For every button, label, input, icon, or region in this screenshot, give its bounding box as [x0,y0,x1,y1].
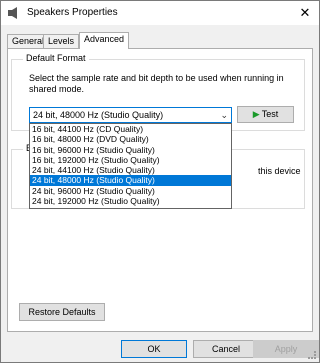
dropdown-option[interactable]: 16 bit, 192000 Hz (Studio Quality) [30,155,231,165]
dropdown-option[interactable]: 24 bit, 44100 Hz (Studio Quality) [30,165,231,175]
ok-button[interactable]: OK [121,340,187,358]
tab-advanced[interactable]: Advanced [79,32,130,49]
test-button[interactable]: ▶ Test [237,106,294,123]
default-format-description: Select the sample rate and bit depth to … [29,73,284,94]
exclusive-mode-device-text: this device [258,166,301,176]
test-button-label: Test [261,109,279,119]
sample-rate-dropdown-list: 16 bit, 44100 Hz (CD Quality) 16 bit, 48… [29,123,232,209]
restore-defaults-button[interactable]: Restore Defaults [19,303,105,321]
title-bar[interactable]: Speakers Properties ✕ [1,1,319,25]
play-icon: ▶ [252,109,260,119]
dropdown-option[interactable]: 24 bit, 192000 Hz (Studio Quality) [30,196,231,206]
chevron-down-icon: ⌄ [220,110,228,120]
dropdown-option-selected[interactable]: 24 bit, 48000 Hz (Studio Quality) [30,175,231,186]
dropdown-option[interactable]: 24 bit, 96000 Hz (Studio Quality) [30,186,231,196]
cancel-button[interactable]: Cancel [193,340,259,358]
sample-rate-selected-value: 24 bit, 48000 Hz (Studio Quality) [33,110,164,120]
speaker-icon [8,7,17,19]
dropdown-option[interactable]: 16 bit, 48000 Hz (DVD Quality) [30,134,231,144]
dropdown-option[interactable]: 16 bit, 96000 Hz (Studio Quality) [30,145,231,155]
resize-grip[interactable] [308,351,316,359]
window-title: Speakers Properties [27,7,118,18]
close-button[interactable]: ✕ [297,5,313,21]
default-format-group-title: Default Format [23,53,89,63]
dialog-window: Speakers Properties ✕ General Levels Adv… [0,0,320,363]
dropdown-option[interactable]: 16 bit, 44100 Hz (CD Quality) [30,124,231,134]
tab-levels[interactable]: Levels [43,34,80,48]
sample-rate-select[interactable]: 24 bit, 48000 Hz (Studio Quality) ⌄ [29,107,232,123]
